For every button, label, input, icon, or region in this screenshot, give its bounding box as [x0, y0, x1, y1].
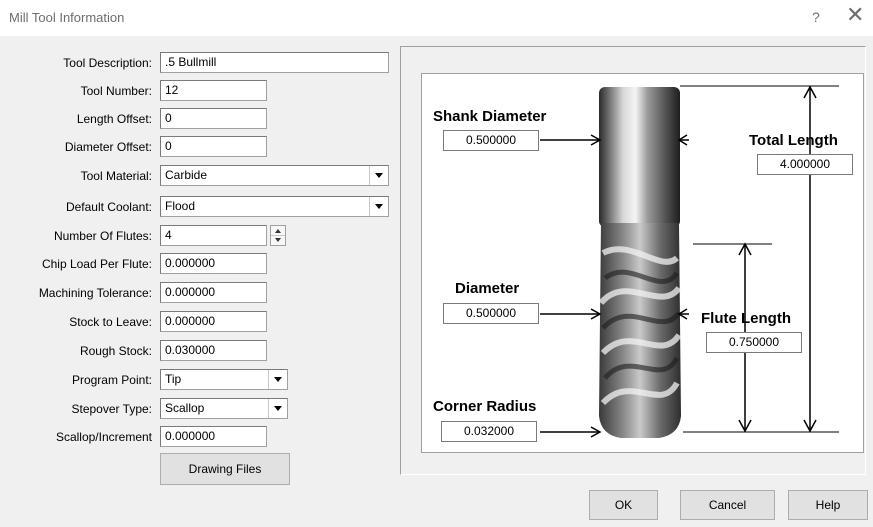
- chevron-down-icon[interactable]: [268, 370, 287, 389]
- corner-radius-label: Corner Radius: [433, 398, 537, 415]
- shank-diameter-label: Shank Diameter: [433, 108, 547, 125]
- tool-description-input[interactable]: .5 Bullmill: [160, 52, 389, 73]
- chevron-down-icon[interactable]: [268, 399, 287, 418]
- tool-description-label: Tool Description:: [63, 56, 152, 70]
- chevron-down-icon[interactable]: [369, 197, 388, 216]
- number-of-flutes-label: Number Of Flutes:: [53, 229, 152, 243]
- help-icon[interactable]: ?: [812, 9, 820, 25]
- default-coolant-label: Default Coolant:: [65, 200, 152, 214]
- default-coolant-value: Flood: [165, 199, 196, 213]
- diameter-value[interactable]: 0.500000: [443, 303, 539, 324]
- scallop-increment-label: Scallop/Increment: [55, 430, 152, 444]
- stock-to-leave-label: Stock to Leave:: [69, 315, 152, 329]
- number-of-flutes-input[interactable]: 4: [160, 225, 267, 246]
- cancel-button[interactable]: Cancel: [680, 490, 775, 520]
- flutes-spinner[interactable]: [270, 225, 286, 246]
- help-button[interactable]: Help: [788, 490, 868, 520]
- stepover-type-select[interactable]: Scallop: [160, 398, 288, 419]
- chevron-down-icon[interactable]: [369, 166, 388, 185]
- total-length-value[interactable]: 4.000000: [757, 154, 853, 175]
- window-title: Mill Tool Information: [9, 10, 125, 25]
- drawing-files-button[interactable]: Drawing Files: [160, 453, 290, 485]
- spin-down-icon[interactable]: [275, 238, 281, 242]
- tool-number-label: Tool Number:: [80, 84, 152, 98]
- tool-shank: [599, 87, 680, 227]
- rough-stock-label: Rough Stock:: [79, 344, 152, 358]
- corner-radius-value[interactable]: 0.032000: [441, 421, 537, 442]
- program-point-label: Program Point:: [71, 373, 152, 387]
- chip-load-input[interactable]: 0.000000: [160, 253, 267, 274]
- diameter-offset-input[interactable]: 0: [160, 136, 267, 157]
- machining-tolerance-label: Machining Tolerance:: [38, 286, 152, 300]
- tool-material-select[interactable]: Carbide: [160, 165, 389, 186]
- program-point-select[interactable]: Tip: [160, 369, 288, 390]
- ok-button[interactable]: OK: [589, 490, 658, 520]
- flute-length-value[interactable]: 0.750000: [706, 332, 802, 353]
- spin-up-icon[interactable]: [275, 229, 281, 233]
- default-coolant-select[interactable]: Flood: [160, 196, 389, 217]
- program-point-value: Tip: [165, 372, 182, 386]
- tool-number-input[interactable]: 12: [160, 80, 267, 101]
- chip-load-label: Chip Load Per Flute:: [41, 257, 152, 271]
- title-bar: Mill Tool Information ? ✕: [0, 0, 873, 36]
- length-offset-label: Length Offset:: [76, 112, 152, 126]
- rough-stock-input[interactable]: 0.030000: [160, 340, 267, 361]
- stepover-type-label: Stepover Type:: [71, 402, 153, 416]
- diameter-offset-label: Diameter Offset:: [64, 140, 152, 154]
- shank-diameter-value[interactable]: 0.500000: [443, 130, 539, 151]
- total-length-label: Total Length: [749, 132, 838, 149]
- flute-length-label: Flute Length: [701, 310, 791, 327]
- stepover-type-value: Scallop: [165, 401, 205, 415]
- scallop-increment-input[interactable]: 0.000000: [160, 426, 267, 447]
- length-offset-input[interactable]: 0: [160, 108, 267, 129]
- diameter-label: Diameter: [455, 280, 520, 297]
- tool-material-label: Tool Material:: [80, 169, 152, 183]
- machining-tolerance-input[interactable]: 0.000000: [160, 282, 267, 303]
- close-icon[interactable]: ✕: [846, 4, 864, 26]
- stock-to-leave-input[interactable]: 0.000000: [160, 311, 267, 332]
- spinner-divider: [271, 235, 285, 236]
- tool-material-value: Carbide: [165, 168, 208, 182]
